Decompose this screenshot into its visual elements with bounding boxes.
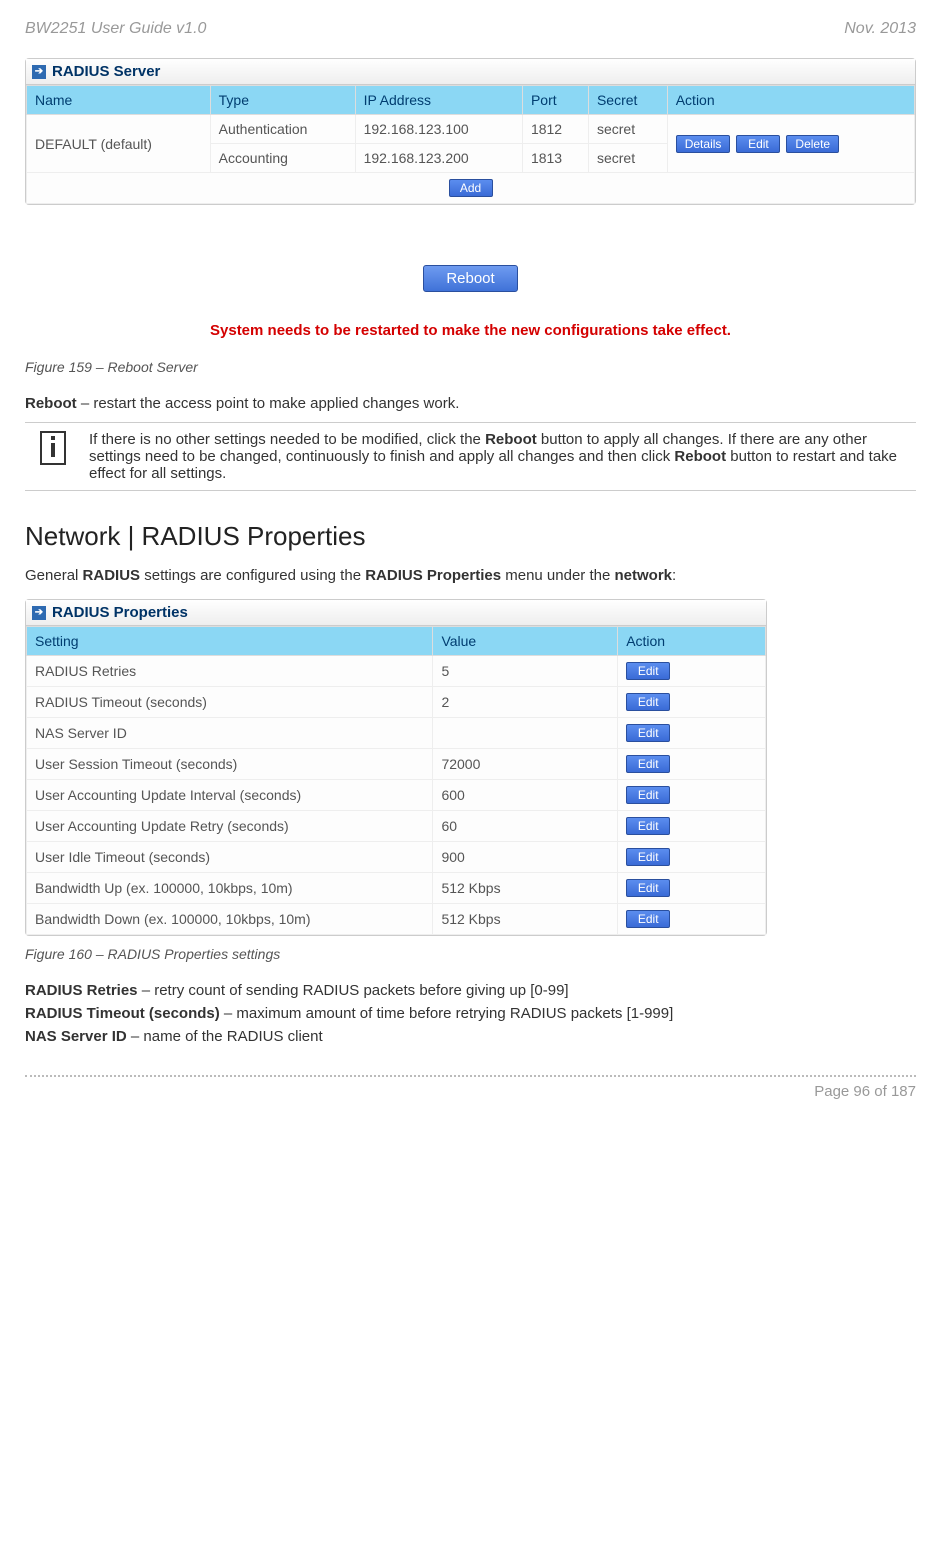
cell-setting: Bandwidth Down (ex. 100000, 10kbps, 10m): [27, 904, 433, 935]
edit-button[interactable]: Edit: [626, 786, 670, 804]
def-text: – name of the RADIUS client: [127, 1028, 323, 1045]
cell-value: 72000: [433, 749, 618, 780]
edit-button[interactable]: Edit: [626, 848, 670, 866]
cell-setting: RADIUS Timeout (seconds): [27, 687, 433, 718]
cell-secret: secret: [588, 115, 667, 144]
intro-text: menu under the: [501, 567, 614, 584]
radius-properties-panel: ➔ RADIUS Properties Setting Value Action…: [25, 599, 767, 936]
cell-actions: Details Edit Delete: [667, 115, 914, 173]
def-nas: NAS Server ID – name of the RADIUS clien…: [25, 1028, 916, 1045]
cell-value: 512 Kbps: [433, 873, 618, 904]
intro-text: settings are configured using the: [140, 567, 365, 584]
section-heading: Network | RADIUS Properties: [25, 521, 916, 552]
radius-server-panel: ➔ RADIUS Server Name Type IP Address Por…: [25, 58, 916, 205]
cell-ip: 192.168.123.200: [355, 144, 522, 173]
def-label: RADIUS Timeout (seconds): [25, 1005, 220, 1022]
cell-value: 60: [433, 811, 618, 842]
cell-port: 1813: [522, 144, 588, 173]
col-name: Name: [27, 86, 211, 115]
cell-port: 1812: [522, 115, 588, 144]
info-text: If there is no other settings needed to …: [81, 423, 916, 491]
def-label: RADIUS Retries: [25, 982, 138, 999]
reboot-text: – restart the access point to make appli…: [77, 395, 460, 412]
cell-name: DEFAULT (default): [27, 115, 211, 173]
intro-bold: RADIUS: [83, 567, 141, 584]
def-retries: RADIUS Retries – retry count of sending …: [25, 982, 916, 999]
col-ip: IP Address: [355, 86, 522, 115]
figure-caption-159: Figure 159 – Reboot Server: [25, 359, 916, 375]
page-number: Page 96 of 187: [814, 1083, 916, 1100]
reboot-label: Reboot: [25, 395, 77, 412]
arrow-icon: ➔: [32, 65, 46, 79]
cell-setting: NAS Server ID: [27, 718, 433, 749]
figure-caption-160: Figure 160 – RADIUS Properties settings: [25, 946, 916, 962]
note-text: If there is no other settings needed to …: [89, 431, 485, 448]
cell-secret: secret: [588, 144, 667, 173]
intro-bold: RADIUS Properties: [365, 567, 501, 584]
panel-header: ➔ RADIUS Properties: [26, 600, 766, 626]
cell-setting: User Accounting Update Interval (seconds…: [27, 780, 433, 811]
page-header: BW2251 User Guide v1.0 Nov. 2013: [25, 20, 916, 38]
cell-value: 2: [433, 687, 618, 718]
section-intro: General RADIUS settings are configured u…: [25, 567, 916, 584]
intro-text: General: [25, 567, 83, 584]
intro-text: :: [672, 567, 676, 584]
radius-properties-table: Setting Value Action RADIUS Retries5 Edit…: [26, 626, 766, 935]
cell-ip: 192.168.123.100: [355, 115, 522, 144]
col-secret: Secret: [588, 86, 667, 115]
reboot-area: Reboot System needs to be restarted to m…: [25, 265, 916, 339]
edit-button[interactable]: Edit: [626, 879, 670, 897]
def-text: – maximum amount of time before retrying…: [220, 1005, 674, 1022]
add-button[interactable]: Add: [449, 179, 493, 197]
cell-value: 600: [433, 780, 618, 811]
edit-button[interactable]: Edit: [626, 662, 670, 680]
info-icon-cell: [25, 423, 81, 491]
cell-setting: Bandwidth Up (ex. 100000, 10kbps, 10m): [27, 873, 433, 904]
reboot-description: Reboot – restart the access point to mak…: [25, 395, 916, 412]
edit-button[interactable]: Edit: [626, 910, 670, 928]
def-timeout: RADIUS Timeout (seconds) – maximum amoun…: [25, 1005, 916, 1022]
radius-server-table: Name Type IP Address Port Secret Action …: [26, 85, 915, 204]
arrow-icon: ➔: [32, 606, 46, 620]
def-label: NAS Server ID: [25, 1028, 127, 1045]
def-text: – retry count of sending RADIUS packets …: [138, 982, 569, 999]
cell-value: [433, 718, 618, 749]
edit-button[interactable]: Edit: [626, 724, 670, 742]
restart-message: System needs to be restarted to make the…: [25, 322, 916, 339]
col-type: Type: [210, 86, 355, 115]
cell-type: Authentication: [210, 115, 355, 144]
cell-value: 512 Kbps: [433, 904, 618, 935]
edit-button[interactable]: Edit: [626, 755, 670, 773]
col-action: Action: [667, 86, 914, 115]
edit-button[interactable]: Edit: [626, 693, 670, 711]
doc-title: BW2251 User Guide v1.0: [25, 20, 206, 38]
col-action: Action: [618, 627, 766, 656]
delete-button[interactable]: Delete: [786, 135, 839, 153]
cell-setting: User Idle Timeout (seconds): [27, 842, 433, 873]
info-note: If there is no other settings needed to …: [25, 422, 916, 491]
note-bold: Reboot: [674, 448, 726, 465]
info-icon: [40, 431, 66, 465]
reboot-button[interactable]: Reboot: [423, 265, 517, 292]
cell-value: 900: [433, 842, 618, 873]
page-footer: Page 96 of 187: [25, 1075, 916, 1100]
details-button[interactable]: Details: [676, 135, 731, 153]
doc-date: Nov. 2013: [844, 20, 916, 38]
cell-setting: User Session Timeout (seconds): [27, 749, 433, 780]
panel-header: ➔ RADIUS Server: [26, 59, 915, 85]
cell-setting: User Accounting Update Retry (seconds): [27, 811, 433, 842]
edit-button[interactable]: Edit: [736, 135, 780, 153]
col-port: Port: [522, 86, 588, 115]
cell-value: 5: [433, 656, 618, 687]
col-setting: Setting: [27, 627, 433, 656]
panel-title: RADIUS Server: [52, 63, 160, 80]
intro-bold: network: [615, 567, 673, 584]
note-bold: Reboot: [485, 431, 537, 448]
cell-type: Accounting: [210, 144, 355, 173]
edit-button[interactable]: Edit: [626, 817, 670, 835]
col-value: Value: [433, 627, 618, 656]
cell-setting: RADIUS Retries: [27, 656, 433, 687]
panel-title: RADIUS Properties: [52, 604, 188, 621]
